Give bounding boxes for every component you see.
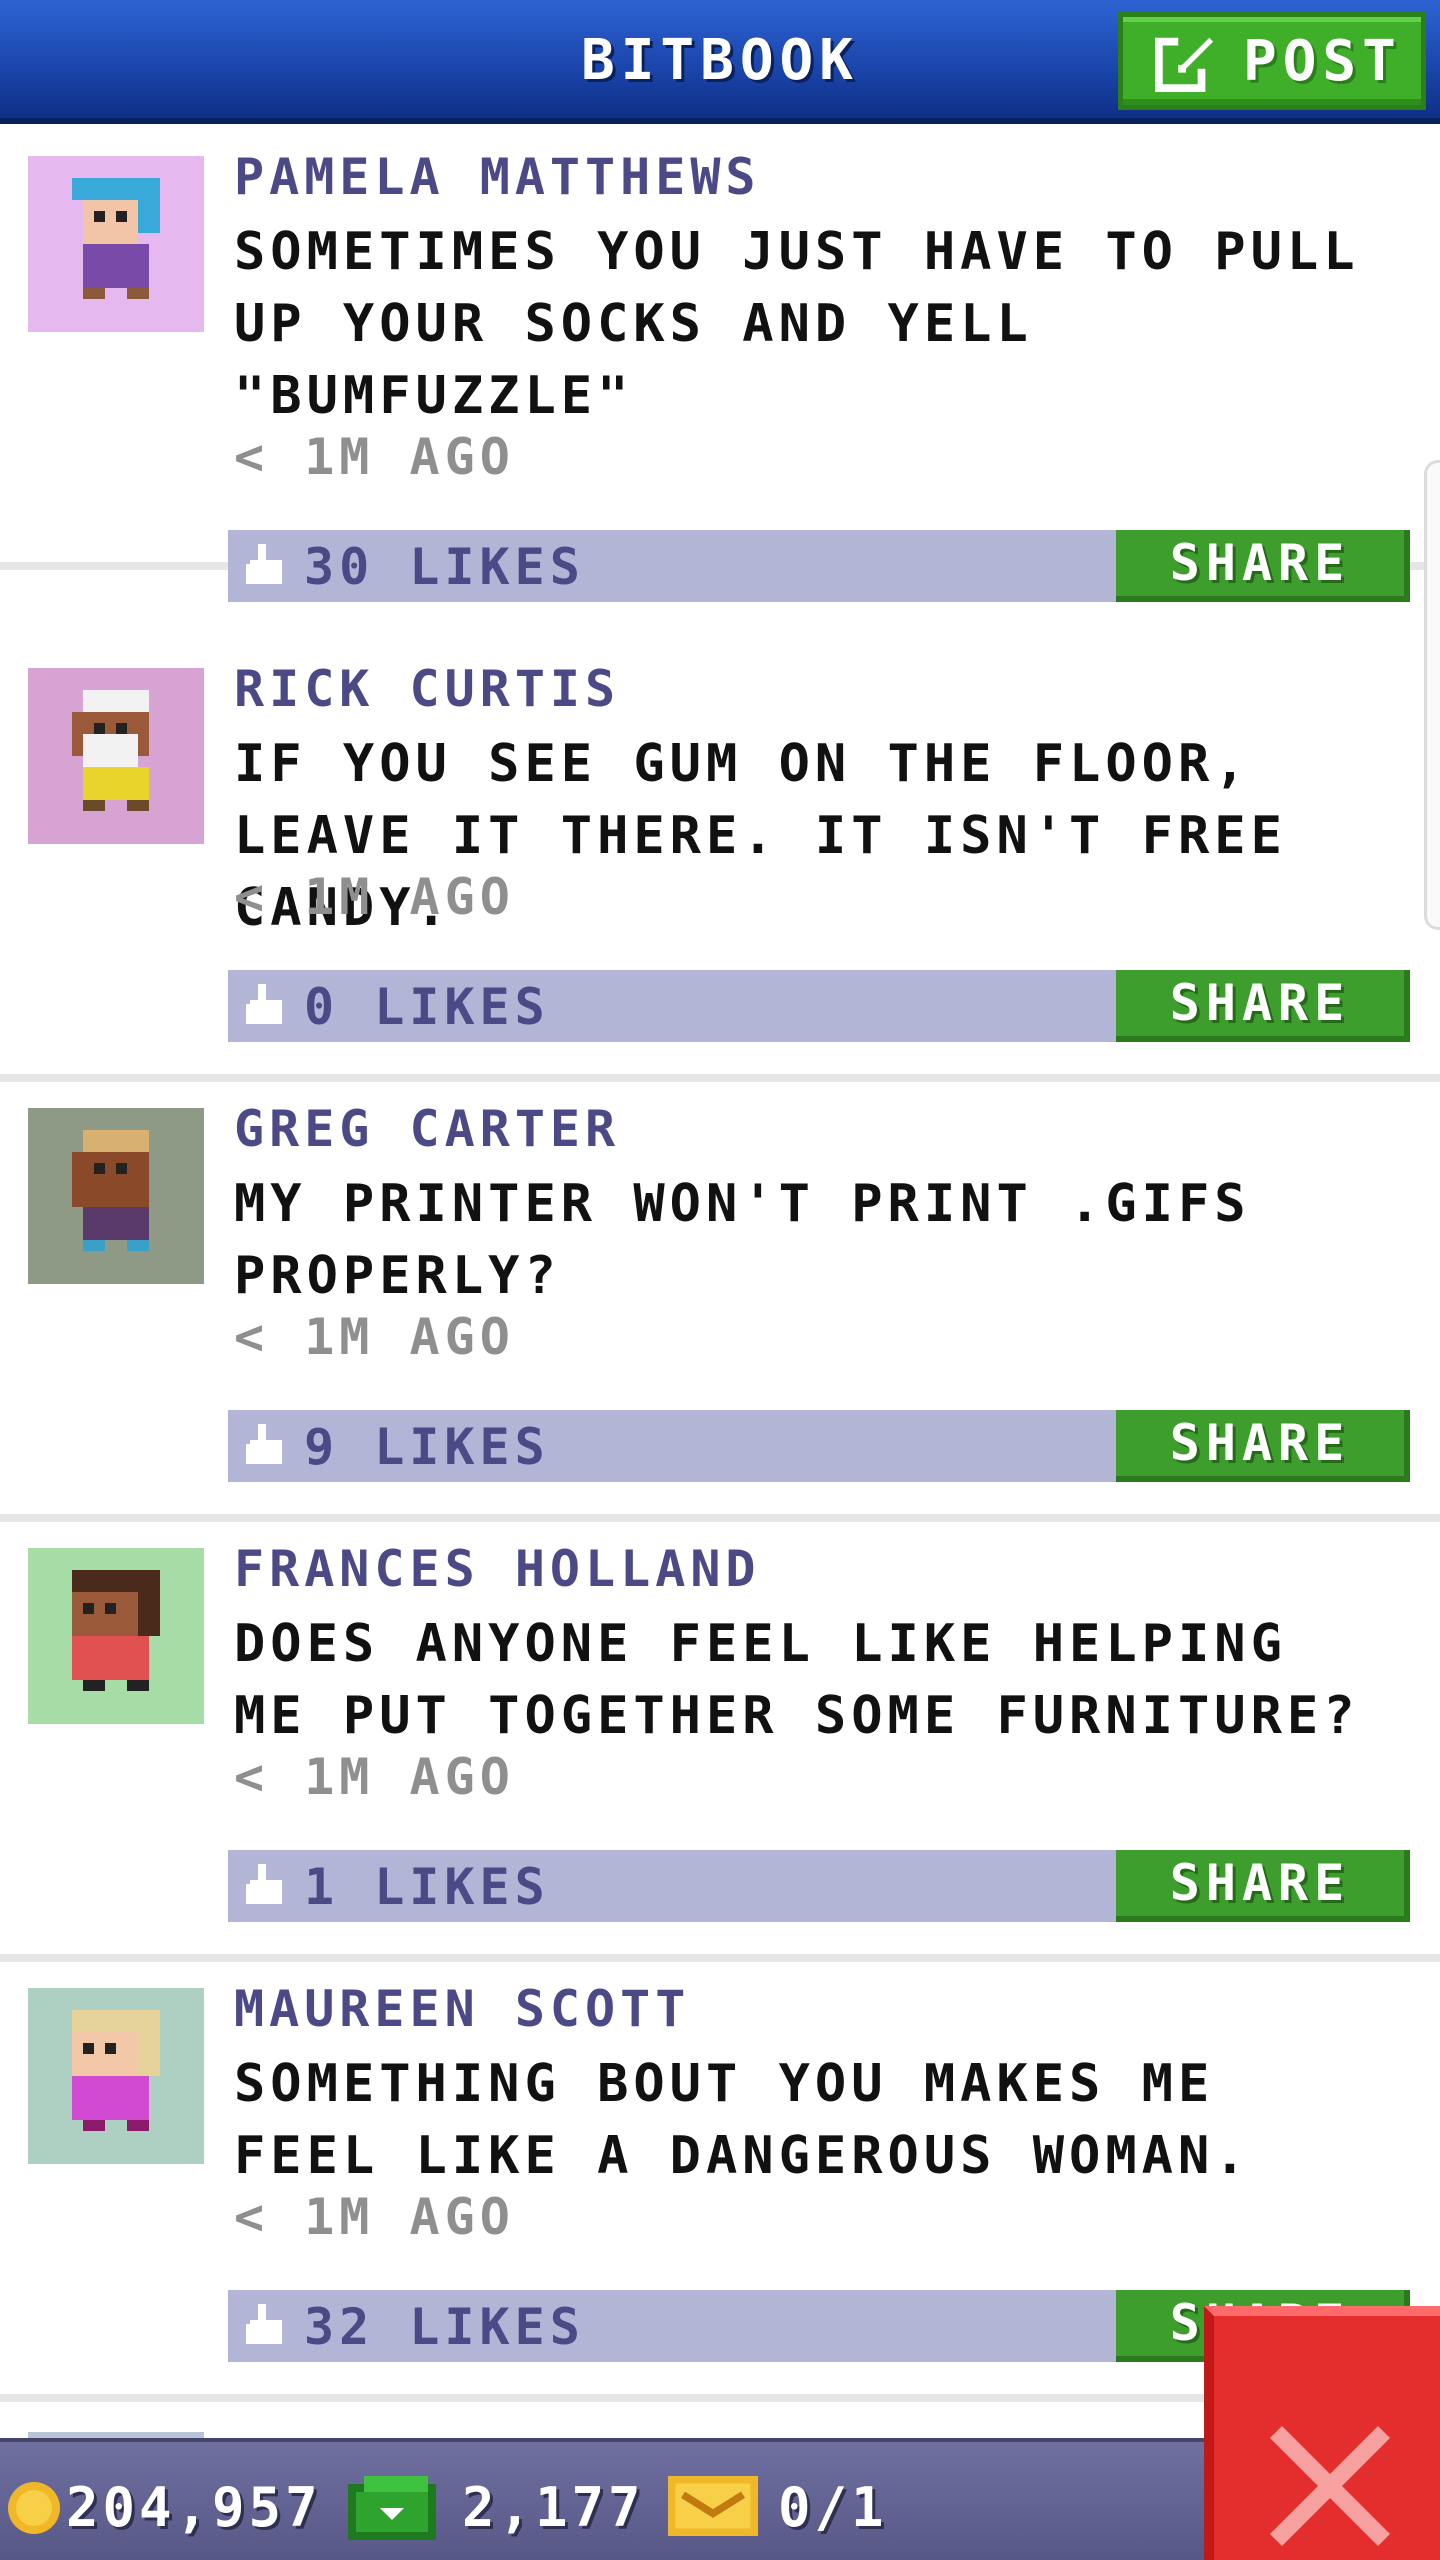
thumbs-up-icon[interactable] bbox=[246, 1424, 286, 1468]
feed-post: RICK CURTIS IF YOU SEE GUM ON THE FLOOR,… bbox=[0, 642, 1440, 1082]
like-count: 30 LIKES bbox=[304, 538, 585, 596]
post-author[interactable]: PAMELA MATTHEWS bbox=[234, 148, 761, 206]
thumbs-up-icon[interactable] bbox=[246, 984, 286, 1028]
ticket-icon bbox=[668, 2476, 758, 2536]
close-icon bbox=[1270, 2426, 1390, 2546]
avatar-image bbox=[28, 1548, 204, 1724]
close-button[interactable] bbox=[1204, 2306, 1440, 2560]
post-author[interactable]: FRANCES HOLLAND bbox=[234, 1540, 761, 1598]
post-time: < 1M AGO bbox=[234, 1748, 515, 1806]
avatar[interactable] bbox=[28, 1988, 204, 2164]
news-feed[interactable]: PAMELA MATTHEWS SOMETIMES YOU JUST HAVE … bbox=[0, 130, 1440, 2440]
like-bar: 9 LIKES SHARE bbox=[228, 1410, 1410, 1482]
like-bar: 1 LIKES SHARE bbox=[228, 1850, 1410, 1922]
feed-post: FRANCES HOLLAND DOES ANYONE FEEL LIKE HE… bbox=[0, 1522, 1440, 1962]
avatar-image bbox=[28, 1988, 204, 2164]
post-author[interactable]: RICK CURTIS bbox=[234, 660, 620, 718]
share-button[interactable]: SHARE bbox=[1116, 970, 1410, 1042]
post-button-label: POST bbox=[1243, 28, 1402, 94]
share-button[interactable]: SHARE bbox=[1116, 1410, 1410, 1482]
like-bar: 0 LIKES SHARE bbox=[228, 970, 1410, 1042]
edit-icon bbox=[1155, 33, 1214, 92]
avatar-image bbox=[28, 1108, 204, 1284]
post-message: MY PRINTER WON'T PRINT .GIFS PROPERLY? bbox=[234, 1174, 1251, 1306]
post-message: SOMETIMES YOU JUST HAVE TO PULL UP YOUR … bbox=[234, 222, 1360, 426]
post-author[interactable]: MAUREEN SCOTT bbox=[234, 1980, 690, 2038]
feed-post: GREG CARTER MY PRINTER WON'T PRINT .GIFS… bbox=[0, 1082, 1440, 1522]
post-author[interactable]: GREG CARTER bbox=[234, 1100, 620, 1158]
app-header: BITBOOK POST bbox=[0, 0, 1440, 124]
scroll-indicator[interactable] bbox=[1424, 460, 1440, 930]
thumbs-up-icon[interactable] bbox=[246, 1864, 286, 1908]
avatar[interactable] bbox=[28, 1108, 204, 1284]
post-time: < 1M AGO bbox=[234, 868, 515, 926]
tickets-count: 0/1 bbox=[778, 2476, 888, 2539]
like-bar: 30 LIKES SHARE bbox=[228, 530, 1410, 602]
post-message: SOMETHING BOUT YOU MAKES ME FEEL LIKE A … bbox=[234, 2054, 1251, 2186]
avatar[interactable] bbox=[28, 156, 204, 332]
coins-count: 204,957 bbox=[66, 2476, 322, 2539]
post-time: < 1M AGO bbox=[234, 1308, 515, 1366]
share-button[interactable]: SHARE bbox=[1116, 1850, 1410, 1922]
thumbs-up-icon[interactable] bbox=[246, 2304, 286, 2348]
avatar-image bbox=[28, 156, 204, 332]
cash-count: 2,177 bbox=[462, 2476, 645, 2539]
cash-icon bbox=[348, 2476, 436, 2540]
post-time: < 1M AGO bbox=[234, 2188, 515, 2246]
avatar-image bbox=[28, 668, 204, 844]
like-count: 9 LIKES bbox=[304, 1418, 550, 1476]
avatar[interactable] bbox=[28, 1548, 204, 1724]
post-message: DOES ANYONE FEEL LIKE HELPING ME PUT TOG… bbox=[234, 1614, 1360, 1746]
post-time: < 1M AGO bbox=[234, 428, 515, 486]
like-count: 1 LIKES bbox=[304, 1858, 550, 1916]
coin-icon bbox=[8, 2482, 60, 2534]
post-button[interactable]: POST bbox=[1118, 12, 1426, 110]
like-count: 0 LIKES bbox=[304, 978, 550, 1036]
like-count: 32 LIKES bbox=[304, 2298, 585, 2356]
avatar[interactable] bbox=[28, 668, 204, 844]
thumbs-up-icon[interactable] bbox=[246, 544, 286, 588]
share-button[interactable]: SHARE bbox=[1116, 530, 1410, 602]
feed-post: PAMELA MATTHEWS SOMETIMES YOU JUST HAVE … bbox=[0, 130, 1440, 602]
